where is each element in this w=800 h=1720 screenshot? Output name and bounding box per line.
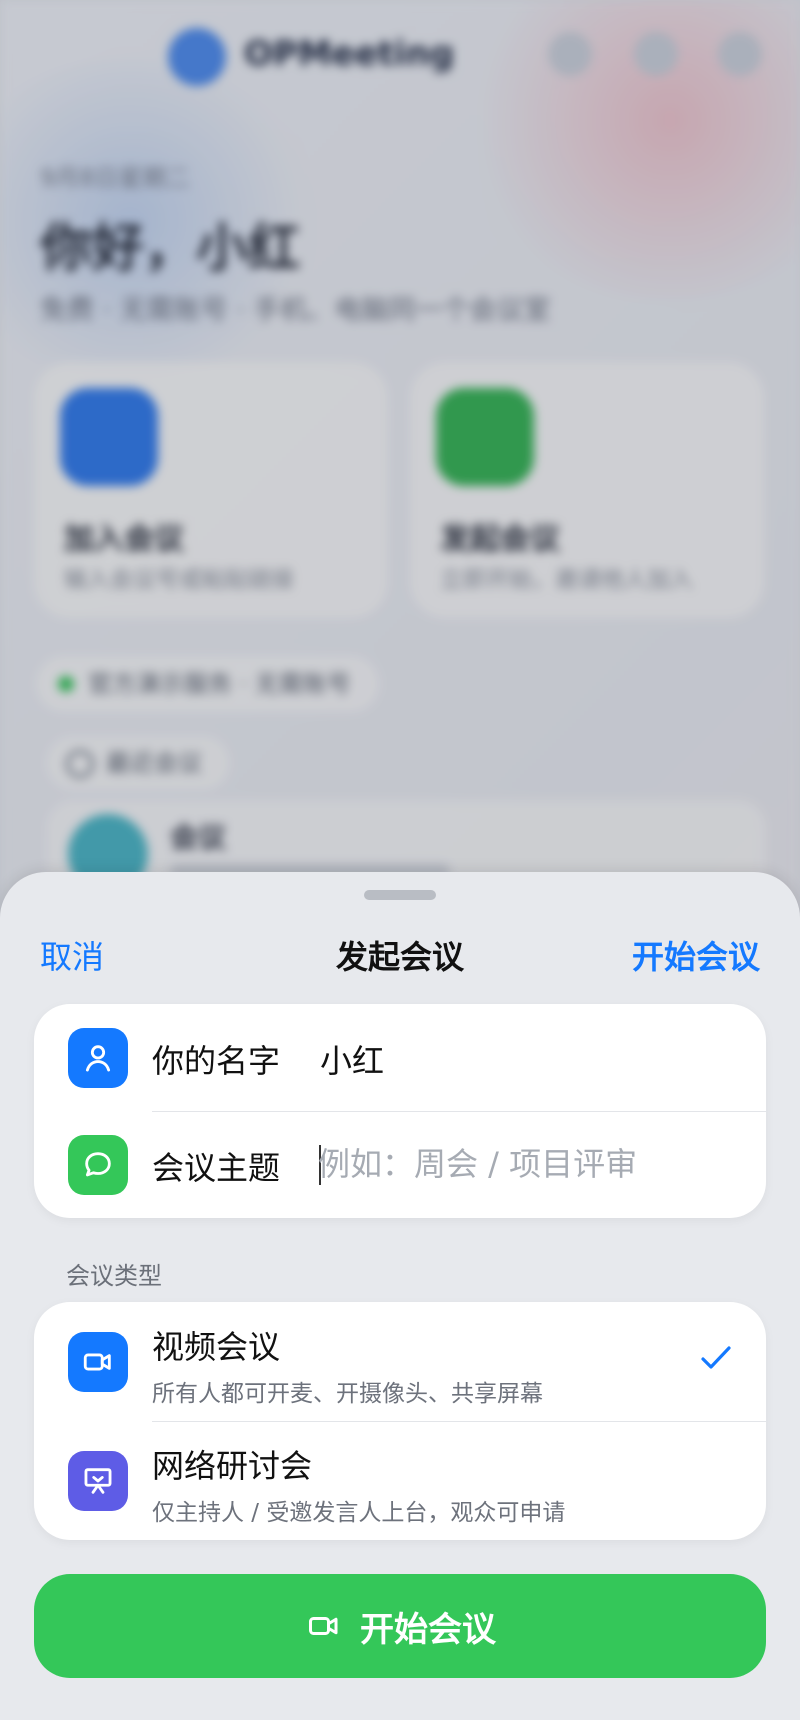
presentation-icon [68, 1451, 128, 1511]
header-start-button[interactable]: 开始会议 [632, 932, 760, 978]
name-value[interactable]: 小红 [320, 1036, 384, 1082]
person-icon [68, 1028, 128, 1088]
video-meeting-option[interactable]: 视频会议 所有人都可开麦、开摄像头、共享屏幕 [34, 1302, 766, 1421]
start-meeting-button[interactable]: 开始会议 [34, 1574, 766, 1678]
video-camera-icon [68, 1332, 128, 1392]
sheet-grabber[interactable] [364, 890, 436, 900]
webinar-option[interactable]: 网络研讨会 仅主持人 / 受邀发言人上台，观众可申请 [34, 1421, 766, 1540]
option-desc: 所有人都可开麦、开摄像头、共享屏幕 [152, 1381, 543, 1407]
name-row[interactable]: 你的名字 小红 [34, 1004, 766, 1111]
checkmark-icon [700, 1344, 732, 1376]
start-meeting-sheet: 取消 发起会议 开始会议 你的名字 小红 会议主题 会议类 [0, 872, 800, 1720]
meeting-fields-group: 你的名字 小红 会议主题 [34, 1004, 766, 1218]
meeting-type-group: 视频会议 所有人都可开麦、开摄像头、共享屏幕 网络研讨会 仅主持人 / 受邀发言… [34, 1302, 766, 1540]
topic-input[interactable] [318, 1140, 738, 1188]
meeting-type-label: 会议类型 [66, 1262, 162, 1290]
video-camera-icon [309, 1617, 338, 1635]
option-title: 视频会议 [152, 1328, 281, 1366]
option-title: 网络研讨会 [152, 1447, 313, 1485]
start-meeting-button-label: 开始会议 [360, 1609, 496, 1650]
option-desc: 仅主持人 / 受邀发言人上台，观众可申请 [152, 1500, 566, 1526]
name-label: 你的名字 [152, 1042, 281, 1080]
topic-label: 会议主题 [152, 1149, 281, 1187]
chat-bubble-icon [68, 1135, 128, 1195]
topic-row[interactable]: 会议主题 [34, 1111, 766, 1218]
